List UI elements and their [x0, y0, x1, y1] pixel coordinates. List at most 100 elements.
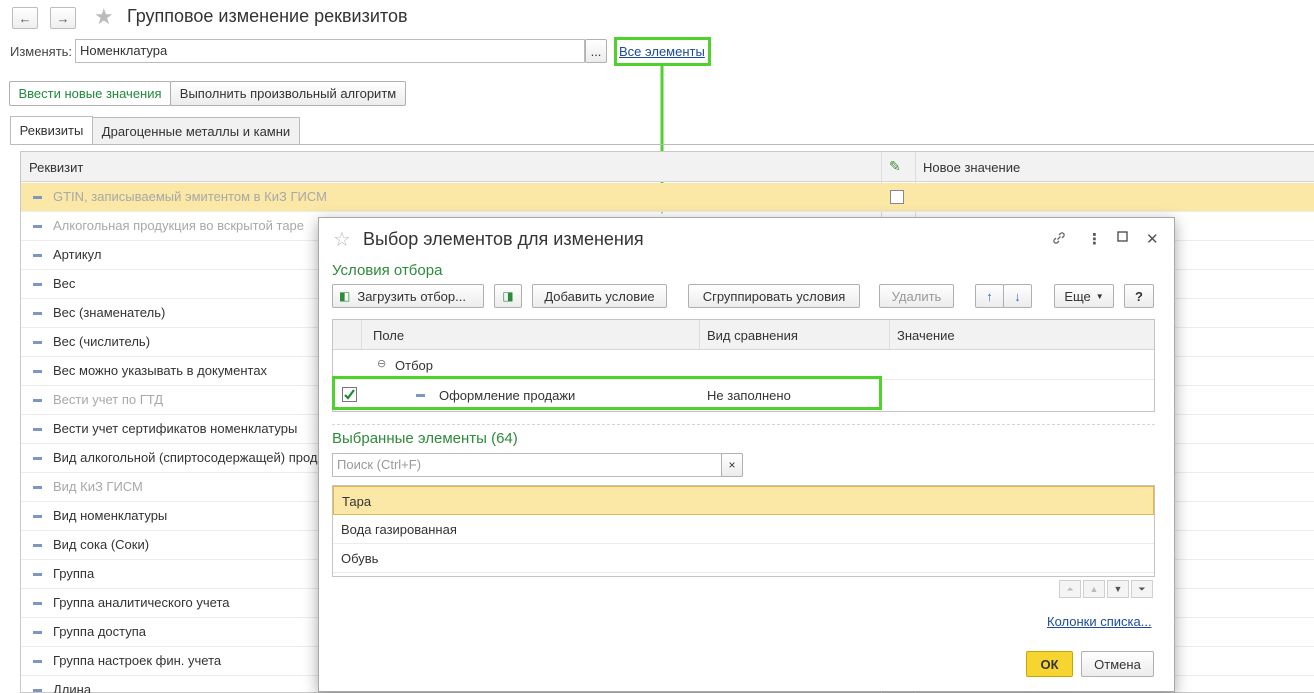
change-object-input[interactable]: Номенклатура — [75, 39, 585, 63]
attribute-dash-icon — [33, 486, 42, 489]
attribute-dash-icon — [33, 602, 42, 605]
maximize-icon[interactable] — [1117, 230, 1129, 247]
dialog-favorite-star-icon[interactable]: ☆ — [333, 227, 351, 252]
tab-attributes[interactable]: Реквизиты — [10, 116, 93, 144]
attribute-label: Вид номенклатуры — [53, 508, 168, 523]
cancel-button[interactable]: Отмена — [1081, 651, 1154, 677]
page-title: Групповое изменение реквизитов — [127, 6, 408, 26]
attribute-dash-icon — [33, 544, 42, 547]
filter-table-header: Поле Вид сравнения Значение — [333, 320, 1154, 350]
attribute-label: Вес — [53, 276, 76, 291]
attribute-label: Вес (числитель) — [53, 334, 151, 349]
save-filter-button[interactable]: ◨ — [494, 284, 522, 308]
column-field[interactable]: Поле — [373, 328, 404, 343]
attribute-label: Группа аналитического учета — [53, 595, 230, 610]
attribute-label: Вид алкогольной (спиртосодержащей) прод — [53, 450, 318, 465]
ok-button[interactable]: ОК — [1026, 651, 1073, 677]
arrow-left-icon: ← — [18, 10, 32, 26]
attribute-dash-icon — [33, 660, 42, 663]
load-filter-icon: ◧ — [339, 289, 351, 303]
load-filter-button[interactable]: ◧ Загрузить отбор... — [332, 284, 484, 308]
search-clear-button[interactable]: × — [721, 453, 743, 477]
pencil-icon: ✎ — [889, 158, 901, 174]
list-item-label: Обувь — [341, 551, 379, 566]
attribute-label: Вес можно указывать в документах — [53, 363, 268, 378]
filter-section-title: Условия отбора — [332, 262, 443, 279]
select-object-button[interactable]: ... — [585, 39, 607, 63]
link-icon[interactable] — [1051, 230, 1067, 250]
attribute-dash-icon — [33, 457, 42, 460]
add-condition-button[interactable]: Добавить условие — [532, 284, 667, 308]
column-divider — [361, 320, 362, 350]
arrow-right-icon: → — [56, 10, 70, 26]
column-new-value[interactable]: Новое значение — [923, 160, 1020, 175]
attribute-dash-icon — [33, 428, 42, 431]
back-button[interactable]: ← — [12, 7, 38, 29]
favorite-star-icon[interactable]: ★ — [94, 6, 114, 28]
filter-group-label: Отбор — [395, 358, 433, 373]
highlight-filter-condition — [332, 376, 882, 410]
attribute-label: Вид КиЗ ГИСМ — [53, 479, 143, 494]
attribute-label: Вес (знаменатель) — [53, 305, 166, 320]
tab-precious-metals[interactable]: Драгоценные металлы и камни — [92, 117, 300, 144]
list-item[interactable]: Тара — [333, 486, 1154, 515]
collapse-icon[interactable]: ⊖ — [377, 357, 386, 370]
attribute-dash-icon — [33, 399, 42, 402]
attribute-dash-icon — [33, 689, 42, 692]
table-row[interactable]: GTIN, записываемый эмитентом в КиЗ ГИСМ — [21, 183, 1314, 212]
attribute-label: Группа — [53, 566, 95, 581]
scroll-down-icon[interactable]: ▼ — [1107, 580, 1129, 598]
column-divider — [699, 320, 700, 350]
delete-condition-button[interactable]: Удалить — [879, 284, 954, 308]
attribute-dash-icon — [33, 573, 42, 576]
column-value[interactable]: Значение — [897, 328, 955, 343]
close-icon[interactable]: ✕ — [1146, 230, 1159, 248]
column-attribute[interactable]: Реквизит — [29, 160, 83, 175]
column-comparison[interactable]: Вид сравнения — [707, 328, 798, 343]
selected-items-list: Тара Вода газированная Обувь — [332, 485, 1155, 577]
attribute-label: Вид сока (Соки) — [53, 537, 150, 552]
select-elements-dialog: ☆ Выбор элементов для изменения ⋮ ✕ Усло… — [318, 217, 1175, 692]
help-button[interactable]: ? — [1124, 284, 1154, 308]
highlight-all-elements — [614, 37, 711, 66]
attributes-table-header: Реквизит ✎ Новое значение — [21, 152, 1314, 182]
list-item-label: Тара — [342, 494, 372, 509]
list-columns-link[interactable]: Колонки списка... — [1047, 614, 1152, 629]
forward-button[interactable]: → — [50, 7, 76, 29]
group-conditions-button[interactable]: Сгруппировать условия — [688, 284, 860, 308]
attribute-dash-icon — [33, 225, 42, 228]
scroll-top-icon[interactable]: ⏶ — [1059, 580, 1081, 598]
more-button-label: Еще — [1064, 288, 1091, 304]
attribute-label: GTIN, записываемый эмитентом в КиЗ ГИСМ — [53, 189, 327, 204]
attribute-dash-icon — [33, 196, 42, 199]
attribute-dash-icon — [33, 515, 42, 518]
change-checkbox[interactable] — [890, 190, 904, 204]
attribute-label: Алкогольная продукция во вскрытой таре — [53, 218, 305, 233]
scroll-up-icon[interactable]: ▲ — [1083, 580, 1105, 598]
attribute-dash-icon — [33, 283, 42, 286]
column-divider — [889, 320, 890, 350]
list-item[interactable]: Обувь — [333, 544, 1154, 573]
attribute-label: Группа доступа — [53, 624, 146, 639]
attribute-dash-icon — [33, 341, 42, 344]
move-up-button[interactable]: ↑ — [975, 284, 1004, 308]
run-algorithm-button[interactable]: Выполнить произвольный алгоритм — [170, 81, 406, 106]
save-filter-icon: ◨ — [502, 289, 514, 303]
search-input[interactable]: Поиск (Ctrl+F) — [332, 453, 722, 477]
chevron-down-icon: ▼ — [1095, 291, 1104, 301]
scroll-bottom-icon[interactable]: ⏷ — [1131, 580, 1153, 598]
attribute-label: Вести учет по ГТД — [53, 392, 164, 407]
section-divider — [332, 424, 1155, 425]
enter-new-values-button[interactable]: Ввести новые значения — [9, 81, 171, 106]
more-options-icon[interactable]: ⋮ — [1087, 230, 1102, 248]
move-down-button[interactable]: ↓ — [1003, 284, 1032, 308]
list-item[interactable]: Вода газированная — [333, 515, 1154, 544]
attribute-dash-icon — [33, 254, 42, 257]
attribute-label: Артикул — [53, 247, 102, 262]
list-item-label: Вода газированная — [341, 522, 457, 537]
attribute-dash-icon — [33, 631, 42, 634]
attribute-dash-icon — [33, 370, 42, 373]
more-button[interactable]: Еще ▼ — [1054, 284, 1114, 308]
load-filter-label: Загрузить отбор... — [357, 288, 466, 304]
attribute-label: Вести учет сертификатов номенклатуры — [53, 421, 298, 436]
